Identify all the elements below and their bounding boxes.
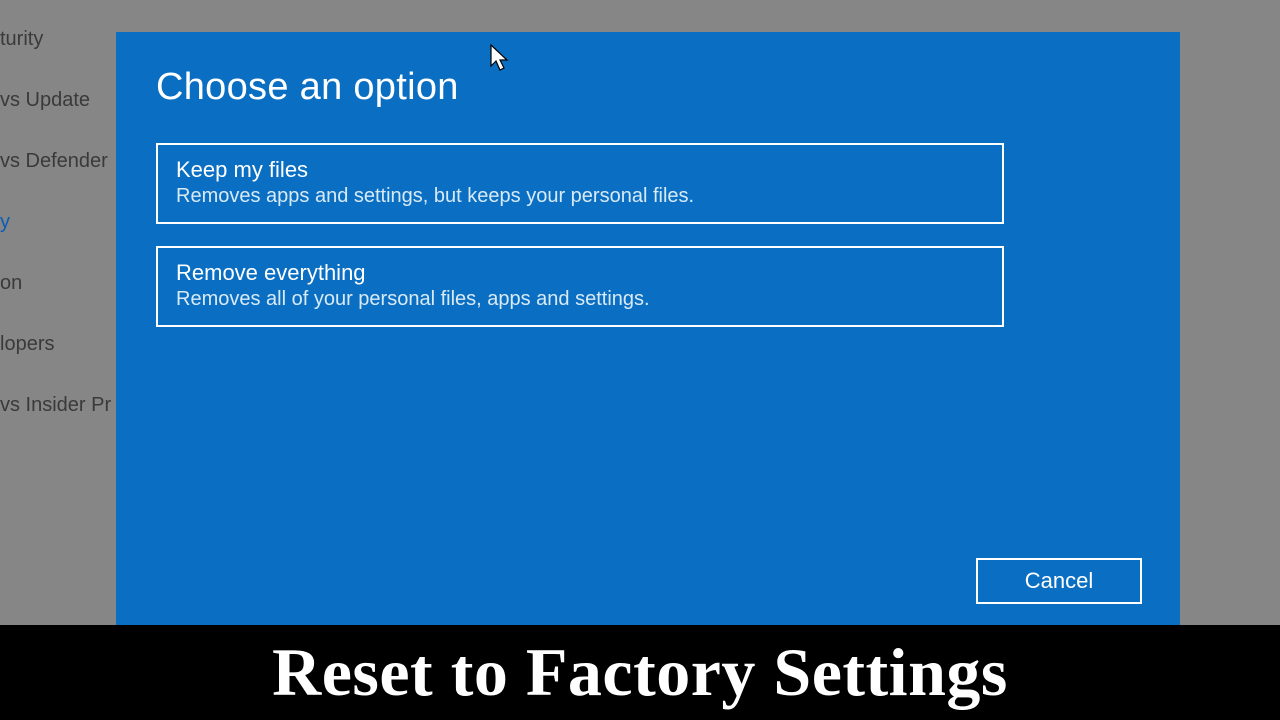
sidebar-item-security[interactable]: turity [0,18,120,61]
sidebar-item-recovery[interactable]: y [0,201,120,244]
option-desc: Removes apps and settings, but keeps you… [176,185,984,208]
sidebar-item-windows-defender[interactable]: vs Defender [0,140,120,183]
video-caption: Reset to Factory Settings [0,625,1280,720]
option-remove-everything[interactable]: Remove everything Removes all of your pe… [156,246,1004,327]
option-title: Remove everything [176,260,984,286]
sidebar-item-windows-update[interactable]: vs Update [0,79,120,122]
sidebar-item-developers[interactable]: lopers [0,323,120,366]
cancel-button[interactable]: Cancel [976,558,1142,604]
sidebar-item-activation[interactable]: on [0,262,120,305]
settings-sidebar: turity vs Update vs Defender y on lopers… [0,0,120,625]
reset-pc-dialog: Choose an option Keep my files Removes a… [116,32,1180,628]
option-keep-my-files[interactable]: Keep my files Removes apps and settings,… [156,143,1004,224]
option-desc: Removes all of your personal files, apps… [176,288,984,311]
option-title: Keep my files [176,157,984,183]
sidebar-item-windows-insider[interactable]: vs Insider Pr [0,384,120,427]
dialog-title: Choose an option [156,66,1140,109]
